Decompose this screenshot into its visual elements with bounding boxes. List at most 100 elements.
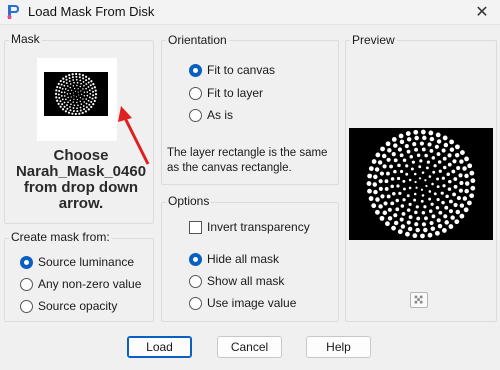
mask-dot (436, 177, 440, 181)
mask-dot (414, 135, 419, 141)
mask-dot (60, 95, 63, 97)
checkbox-invert-transparency[interactable]: Invert transparency (189, 220, 310, 234)
radio-label: Source luminance (38, 255, 135, 269)
mask-dot (393, 213, 398, 218)
mask-dot (66, 104, 68, 106)
mask-dot (69, 83, 72, 85)
mask-dot (446, 172, 450, 177)
mask-dot (87, 77, 91, 80)
mask-dot (390, 201, 395, 206)
radio-show-all-mask[interactable]: Show all mask (189, 274, 284, 288)
cancel-button[interactable]: Cancel (217, 336, 282, 358)
mask-dot (73, 81, 75, 84)
checkbox[interactable] (189, 220, 202, 234)
mask-dot (452, 192, 456, 197)
radio-button[interactable] (189, 86, 202, 100)
mask-dot (94, 89, 97, 92)
mask-dot (92, 83, 95, 86)
mask-dot (406, 149, 411, 154)
close-icon[interactable]: ✕ (472, 2, 492, 22)
mask-dot (58, 90, 61, 93)
mask-dot (88, 103, 91, 106)
mask-dot (422, 135, 427, 141)
mask-dot (429, 136, 435, 142)
mask-dot (72, 79, 75, 81)
radio-button[interactable] (20, 277, 33, 291)
mask-dot (71, 73, 74, 76)
mask-dot (74, 112, 77, 116)
mask-dot (86, 94, 89, 97)
mask-dot (395, 198, 400, 203)
radio-source-opacity[interactable]: Source opacity (20, 299, 117, 313)
mask-dot (87, 81, 90, 84)
mask-dot (87, 86, 90, 88)
radio-button[interactable] (189, 296, 202, 310)
mask-dot (429, 149, 434, 153)
mask-dot (454, 152, 460, 158)
mask-dot (77, 91, 79, 93)
mask-dot (449, 147, 455, 152)
mask-dot (67, 89, 69, 92)
mask-dot (55, 96, 58, 99)
app-icon (7, 5, 19, 19)
mask-dot (414, 210, 418, 215)
mask-dot (72, 110, 75, 113)
mask-dot (85, 102, 88, 105)
radio-source-luminance[interactable]: Source luminance (20, 255, 134, 269)
radio-hide-all-mask[interactable]: Hide all mask (189, 252, 279, 266)
mask-dot (413, 192, 417, 196)
mask-dot (82, 77, 85, 80)
mask-dot (84, 110, 87, 113)
mask-dot (447, 187, 452, 191)
checkerboard-icon[interactable] (410, 292, 428, 308)
mask-dot (85, 79, 88, 82)
radio-any-non-zero[interactable]: Any non-zero value (20, 277, 141, 291)
mask-dot (57, 82, 60, 85)
mask-dot (415, 205, 419, 209)
mask-dot (367, 188, 372, 194)
mask-dot (82, 98, 84, 100)
mask-dot (428, 209, 433, 213)
mask-dot (69, 99, 71, 102)
mask-dot (64, 110, 67, 113)
mask-dot (426, 160, 430, 164)
mask-dot (391, 225, 396, 231)
mask-dot (88, 89, 91, 92)
mask-dot (89, 92, 92, 95)
mask-dot (91, 97, 94, 100)
load-button[interactable]: Load (127, 336, 192, 358)
radio-button[interactable] (189, 252, 202, 266)
mask-dot (463, 207, 469, 213)
radio-fit-to-canvas[interactable]: Fit to canvas (189, 63, 275, 77)
radio-button[interactable] (20, 299, 33, 313)
radio-label: Source opacity (38, 299, 118, 313)
mask-dot (442, 135, 448, 141)
mask-dot (79, 109, 82, 112)
mask-dot (428, 197, 432, 201)
radio-use-image-value[interactable]: Use image value (189, 296, 296, 310)
mask-dot (371, 203, 377, 209)
radio-button[interactable] (189, 63, 202, 77)
mask-dot (80, 90, 82, 92)
mask-dot (444, 205, 449, 210)
help-button[interactable]: Help (306, 336, 371, 358)
mask-dot (402, 198, 406, 202)
mask-dot (411, 160, 415, 164)
mask-dot (434, 230, 440, 236)
mask-dot (82, 105, 85, 107)
mask-dot (406, 208, 411, 212)
radio-as-is[interactable]: As is (189, 108, 233, 122)
radio-label: As is (207, 108, 234, 122)
mask-dot (410, 167, 414, 171)
radio-button[interactable] (20, 255, 33, 269)
mask-dot (425, 166, 429, 170)
radio-button[interactable] (189, 274, 202, 288)
mask-dot (82, 88, 84, 90)
mask-dot (419, 141, 424, 146)
radio-button[interactable] (189, 108, 202, 122)
mask-dot (415, 227, 420, 233)
radio-fit-to-layer[interactable]: Fit to layer (189, 86, 263, 100)
mask-dot (416, 153, 421, 157)
mask-dot (58, 96, 61, 99)
mask-dot (442, 184, 446, 188)
